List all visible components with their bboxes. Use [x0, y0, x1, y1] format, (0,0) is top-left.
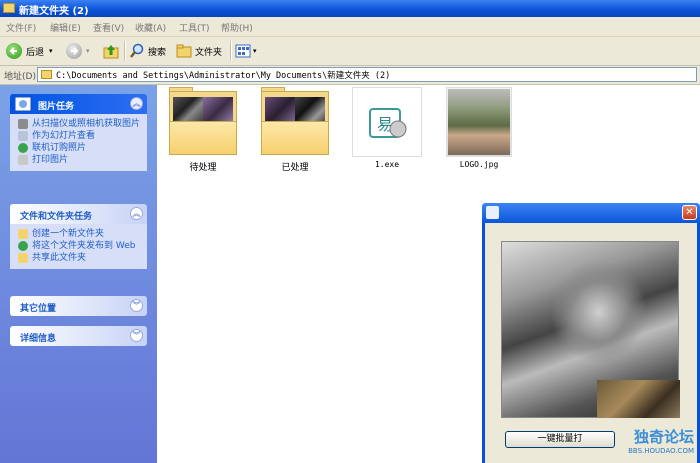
watermark-image: [597, 380, 680, 418]
task-publish-web[interactable]: 将这个文件夹发布到 Web: [18, 241, 143, 251]
details-panel: 详细信息 ︾: [10, 326, 147, 346]
file-tasks-panel: 文件和文件夹任务 ︽ 创建一个新文件夹 将这个文件夹发布到 Web 共享此文件夹: [10, 204, 147, 269]
task-new-folder[interactable]: 创建一个新文件夹: [18, 229, 143, 239]
file-name: LOGO.jpg: [459, 160, 499, 169]
back-button[interactable]: 后退 ▾: [6, 41, 53, 61]
file-item-exe[interactable]: 易: [352, 87, 422, 157]
dialog-title-bar[interactable]: ✕: [482, 203, 700, 223]
menu-file[interactable]: 文件(F): [6, 21, 36, 34]
address-path: C:\Documents and Settings\Administrator\…: [56, 71, 391, 81]
task-label: 作为幻灯片查看: [32, 131, 96, 141]
picture-tasks-icon: [14, 96, 32, 112]
task-get-from-scanner[interactable]: 从扫描仪或照相机获取图片: [18, 119, 143, 129]
address-label: 地址(D): [4, 72, 36, 82]
picture-tasks-panel: 图片任务 ︽ 从扫描仪或照相机获取图片 作为幻灯片查看 联机订购照片 打印图片: [10, 94, 147, 171]
file-tasks-list: 创建一个新文件夹 将这个文件夹发布到 Web 共享此文件夹: [10, 224, 147, 269]
file-name: 已处理: [281, 163, 309, 173]
toolbar-separator: [230, 41, 232, 61]
file-tasks-title: 文件和文件夹任务: [20, 212, 93, 222]
task-share-folder[interactable]: 共享此文件夹: [18, 253, 143, 263]
watermark-url: BBS.HOUDAO.COM: [628, 447, 694, 455]
up-folder-icon: [103, 45, 119, 59]
app-icon: [486, 206, 499, 219]
other-places-title: 其它位置: [20, 304, 57, 314]
forward-arrow-icon: [66, 43, 82, 59]
forward-button[interactable]: ▾: [66, 41, 90, 61]
other-places-panel: 其它位置 ︾: [10, 296, 147, 316]
window-title: 新建文件夹 (2): [19, 6, 89, 17]
views-icon: [235, 44, 251, 58]
close-icon[interactable]: ✕: [682, 205, 697, 220]
folder-icon: [41, 70, 52, 79]
expand-icon[interactable]: ︾: [130, 299, 143, 312]
globe-icon: [18, 143, 28, 153]
new-folder-icon: [18, 229, 28, 239]
search-icon: [130, 43, 144, 58]
search-button[interactable]: 搜索: [129, 41, 166, 61]
image-thumbnail: [448, 89, 510, 155]
up-folder-button[interactable]: [103, 41, 119, 61]
batch-button[interactable]: 一键批量打: [505, 431, 615, 448]
folder-icon: [3, 3, 15, 13]
folders-icon: [176, 44, 192, 58]
views-dropdown-icon[interactable]: ▾: [253, 47, 257, 55]
camera-icon: [18, 119, 28, 129]
watermark-text: 独奇论坛: [633, 428, 694, 446]
task-label: 共享此文件夹: [32, 253, 87, 263]
preview-image: [501, 241, 680, 418]
expand-icon[interactable]: ︾: [130, 329, 143, 342]
details-title: 详细信息: [20, 334, 57, 344]
menu-edit[interactable]: 编辑(E): [50, 21, 81, 34]
menu-view[interactable]: 查看(V): [93, 21, 124, 34]
forum-watermark: 独奇论坛 BBS.HOUDAO.COM: [614, 426, 694, 455]
task-label: 打印图片: [32, 155, 69, 165]
task-pane: 图片任务 ︽ 从扫描仪或照相机获取图片 作为幻灯片查看 联机订购照片 打印图片 …: [0, 85, 157, 463]
folder-thumbnail-icon: [169, 87, 237, 155]
app-dialog: ✕ 一键批量打 独奇论坛 BBS.HOUDAO.COM: [482, 203, 700, 463]
menu-bar: 文件(F) 编辑(E) 查看(V) 收藏(A) 工具(T) 帮助(H): [0, 17, 700, 37]
toolbar: 后退 ▾ ▾ 搜索 文件夹 ▾: [0, 37, 700, 66]
views-button[interactable]: ▾: [235, 41, 257, 61]
collapse-icon[interactable]: ︽: [130, 207, 143, 220]
folder-thumbnail-icon: [261, 87, 329, 155]
task-label: 从扫描仪或照相机获取图片: [32, 119, 141, 129]
back-arrow-icon: [6, 43, 22, 59]
picture-tasks-title: 图片任务: [38, 102, 75, 112]
task-label: 将这个文件夹发布到 Web: [32, 241, 136, 251]
menu-favorites[interactable]: 收藏(A): [135, 21, 166, 34]
other-places-header[interactable]: 其它位置 ︾: [10, 296, 147, 316]
toolbar-separator: [124, 41, 126, 61]
search-label: 搜索: [148, 47, 167, 58]
file-name: 1.exe: [374, 160, 400, 169]
forward-dropdown-icon[interactable]: ▾: [86, 47, 90, 55]
window-title-bar[interactable]: 新建文件夹 (2): [0, 0, 700, 17]
address-field[interactable]: C:\Documents and Settings\Administrator\…: [37, 67, 697, 82]
slideshow-icon: [18, 131, 28, 141]
task-label: 创建一个新文件夹: [32, 229, 105, 239]
details-header[interactable]: 详细信息 ︾: [10, 326, 147, 346]
folders-label: 文件夹: [195, 47, 223, 58]
task-label: 联机订购照片: [32, 143, 87, 153]
printer-icon: [18, 155, 28, 165]
app-icon: 易: [369, 108, 407, 138]
task-order-prints[interactable]: 联机订购照片: [18, 143, 143, 153]
back-dropdown-icon[interactable]: ▾: [49, 47, 53, 55]
folders-button[interactable]: 文件夹: [176, 41, 222, 61]
file-item-image[interactable]: [446, 87, 512, 157]
share-folder-icon: [18, 253, 28, 263]
collapse-icon[interactable]: ︽: [130, 97, 143, 110]
globe-icon: [18, 241, 28, 251]
file-name: 待处理: [189, 163, 217, 173]
file-tasks-header[interactable]: 文件和文件夹任务 ︽: [10, 204, 147, 224]
task-slideshow[interactable]: 作为幻灯片查看: [18, 131, 143, 141]
address-bar: 地址(D) C:\Documents and Settings\Administ…: [0, 66, 700, 85]
picture-tasks-header[interactable]: 图片任务 ︽: [10, 94, 147, 114]
task-print[interactable]: 打印图片: [18, 155, 143, 165]
menu-tools[interactable]: 工具(T): [179, 21, 210, 34]
menu-help[interactable]: 帮助(H): [221, 21, 253, 34]
back-label: 后退: [26, 47, 45, 58]
picture-tasks-list: 从扫描仪或照相机获取图片 作为幻灯片查看 联机订购照片 打印图片: [10, 114, 147, 171]
